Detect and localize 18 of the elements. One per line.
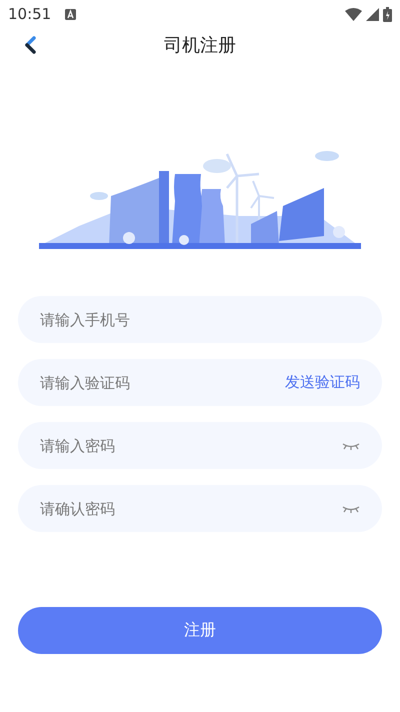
page-title: 司机注册: [164, 34, 236, 57]
input-field[interactable]: 请确认密码: [18, 485, 382, 532]
send-code-button[interactable]: 发送验证码: [285, 373, 360, 392]
register-button[interactable]: 注册: [18, 607, 382, 654]
text-input[interactable]: 请输入密码: [40, 436, 342, 454]
input-field[interactable]: 请输入验证码 发送验证码: [18, 359, 382, 406]
closed-eye-icon[interactable]: [342, 442, 360, 450]
text-input[interactable]: 请输入手机号: [40, 310, 360, 328]
notification-icon: [65, 8, 76, 20]
text-input[interactable]: 请确认密码: [40, 500, 342, 518]
status-time: 10:51: [8, 5, 52, 23]
input-field[interactable]: 请输入手机号: [18, 296, 382, 343]
closed-eye-icon[interactable]: [342, 504, 360, 512]
text-input[interactable]: 请输入验证码: [40, 374, 285, 392]
signal-icon: [366, 8, 379, 20]
battery-icon: [383, 6, 392, 22]
wifi-icon: [345, 8, 362, 20]
input-field[interactable]: 请输入密码: [18, 422, 382, 469]
